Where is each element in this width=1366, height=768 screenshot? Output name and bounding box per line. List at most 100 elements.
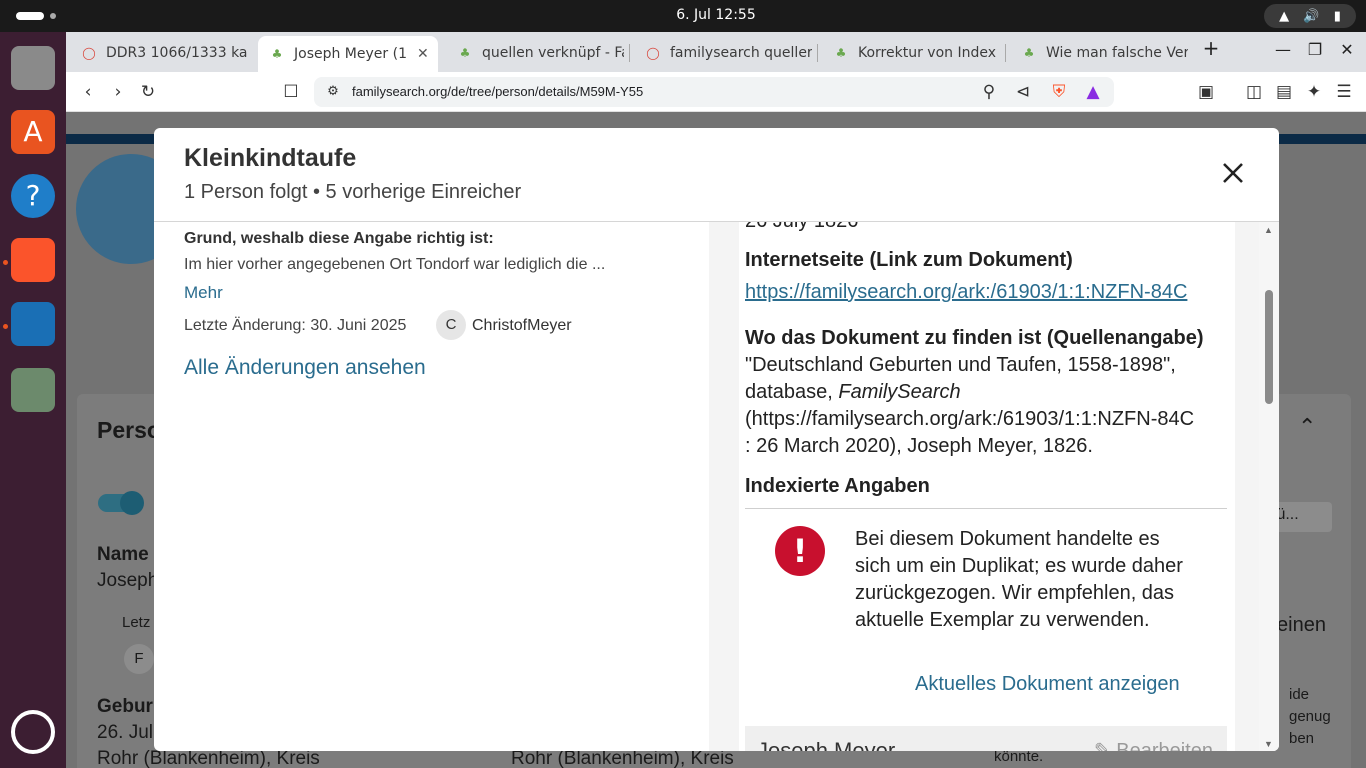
tab-joseph-meyer[interactable]: ♣ Joseph Meyer (1 ✕ [258,36,438,72]
close-tab-icon[interactable]: ✕ [417,46,429,62]
name-value: Joseph [97,570,159,591]
close-window-icon[interactable]: ✕ [1335,40,1359,59]
running-indicator [3,324,8,329]
reason-label: Grund, weshalb diese Angabe richtig ist: [184,230,494,247]
last-change-date: Letzte Änderung: 30. Juni 2025 [184,317,407,334]
brave-shield-icon: ◯ [82,45,96,60]
website-heading: Internetseite (Link zum Dokument) [745,249,1073,271]
reason-text: Im hier vorher angegebenen Ort Tondorf w… [184,256,606,273]
scroll-down-icon[interactable]: ▼ [1264,739,1273,749]
indexed-person-card: Joseph Meyer ✎ Bearbeiten [745,726,1227,751]
event-detail-modal: Kleinkindtaufe 1 Person folgt • 5 vorher… [154,128,1279,751]
tab-ddr3[interactable]: ◯ DDR3 1066/1333 ka [70,37,248,68]
brave-shields-icon[interactable]: ⛨ [1048,81,1070,103]
bookmark-icon[interactable]: ☐ [280,81,302,103]
indexed-heading: Indexierte Angaben [745,475,930,497]
brave-shield-icon: ◯ [646,45,660,60]
citation-database: database, [745,381,839,403]
tab-korrektur[interactable]: ♣ Korrektur von Index [822,37,1000,68]
reload-icon[interactable]: ↻ [137,81,159,103]
tab-label: Joseph Meyer (1 [294,46,407,62]
modal-subtitle: 1 Person folgt • 5 vorherige Einreicher [184,181,522,203]
modal-scrollbar[interactable]: ▲ ▼ [1259,222,1279,751]
help-icon[interactable]: ? [11,174,55,218]
toggle-switch[interactable] [98,491,144,515]
birth-place-2: Rohr (Blankenheim), Kreis [511,748,734,768]
menu-icon[interactable]: ☰ [1333,81,1355,103]
app-center-icon[interactable]: A [11,110,55,154]
close-icon[interactable] [1220,160,1246,186]
side-text-2: genug [1289,708,1331,725]
forward-icon[interactable]: › [107,81,129,103]
contributor-avatar[interactable]: C [436,310,466,340]
browser-toolbar: ‹ › ↻ ☐ ⚙ familysearch.org/de/tree/perso… [66,72,1366,112]
last-change-stub: Letz [122,614,151,631]
change-reason-panel: Grund, weshalb diese Angabe richtig ist:… [184,222,704,751]
birth-label: Gebur [97,696,153,717]
files-icon[interactable] [11,46,55,90]
tab-familysearch-queller[interactable]: ◯ familysearch queller [634,37,812,68]
divider [745,508,1227,509]
running-indicator [3,260,8,265]
wallet-icon[interactable]: ▤ [1273,81,1295,103]
sidebar-icon[interactable]: ◫ [1243,81,1265,103]
tab-separator [817,44,818,62]
system-top-bar: 6. Jul 12:55 ▲ 🔊 ▮ [0,0,1366,32]
back-icon[interactable]: ‹ [77,81,99,103]
citation-line-2: database, FamilySearch [745,381,961,404]
address-bar[interactable]: ⚙ familysearch.org/de/tree/person/detail… [314,77,1114,107]
trash-icon[interactable] [11,368,55,412]
contributor-avatar: F [124,644,154,674]
side-word: einen [1277,614,1326,636]
modal-title: Kleinkindtaufe [184,144,357,172]
tab-wie-man[interactable]: ♣ Wie man falsche Ver [1010,37,1188,68]
system-status-menu[interactable]: ▲ 🔊 ▮ [1264,4,1356,28]
site-settings-icon[interactable]: ⚙ [322,81,344,103]
libreoffice-impress-icon[interactable] [11,302,55,346]
familysearch-tree-icon: ♣ [459,45,471,60]
reader-mode-icon[interactable]: ▣ [1195,81,1217,103]
share-icon[interactable]: ⊲ [1012,81,1034,103]
birth-date: 26. Jul [97,722,153,743]
all-changes-link[interactable]: Alle Änderungen ansehen [184,356,426,380]
more-link[interactable]: Mehr [184,283,223,303]
birth-place: Rohr (Blankenheim), Kreis [97,748,320,768]
source-heading: Wo das Dokument zu finden ist (Quellenan… [745,327,1204,349]
citation-line-3: (https://familysearch.org/ark:/61903/1:1… [745,408,1195,430]
edit-label: Bearbeiten [1116,740,1213,751]
alert-icon: ! [775,526,825,576]
edit-button[interactable]: ✎ Bearbeiten [1094,738,1213,751]
leo-ai-icon[interactable]: ✦ [1303,81,1325,103]
tab-label: Korrektur von Index [858,44,997,61]
document-link[interactable]: https://familysearch.org/ark:/61903/1:1:… [745,281,1187,304]
scroll-up-icon[interactable]: ▲ [1264,225,1273,235]
zoom-icon[interactable]: ⚲ [978,81,1000,103]
brave-rewards-icon[interactable]: ▲ [1082,81,1104,103]
tab-label: DDR3 1066/1333 ka [106,44,248,61]
ubuntu-dock: A ? [0,32,66,768]
brave-browser-icon[interactable] [11,238,55,282]
contributor-name[interactable]: ChristofMeyer [472,317,572,335]
new-tab-icon[interactable]: + [1199,36,1223,60]
name-label: Name [97,544,149,565]
tab-separator [629,44,630,62]
baptism-date: 26 July 1826 [745,222,858,233]
familysearch-tree-icon: ♣ [1023,45,1035,60]
modal-header: Kleinkindtaufe 1 Person folgt • 5 vorher… [154,128,1279,222]
scroll-thumb[interactable] [1265,290,1273,404]
system-clock[interactable]: 6. Jul 12:55 [0,7,1366,23]
volume-icon: 🔊 [1303,8,1320,24]
minimize-icon[interactable]: — [1271,40,1295,59]
tab-separator [1005,44,1006,62]
pencil-icon: ✎ [1093,740,1117,751]
battery-icon: ▮ [1333,8,1341,24]
citation-familysearch: FamilySearch [838,381,961,403]
current-document-link[interactable]: Aktuelles Dokument anzeigen [915,673,1180,696]
wifi-icon: ▲ [1279,8,1290,24]
collapse-icon[interactable]: ⌃ [1298,414,1316,440]
maximize-icon[interactable]: ❐ [1303,40,1327,59]
side-text-1: ide [1289,686,1310,703]
show-apps-icon[interactable] [11,710,55,754]
indexed-person-name: Joseph Meyer [757,738,896,751]
tab-quellen[interactable]: ♣ quellen verknüpf - Fa [446,37,624,68]
